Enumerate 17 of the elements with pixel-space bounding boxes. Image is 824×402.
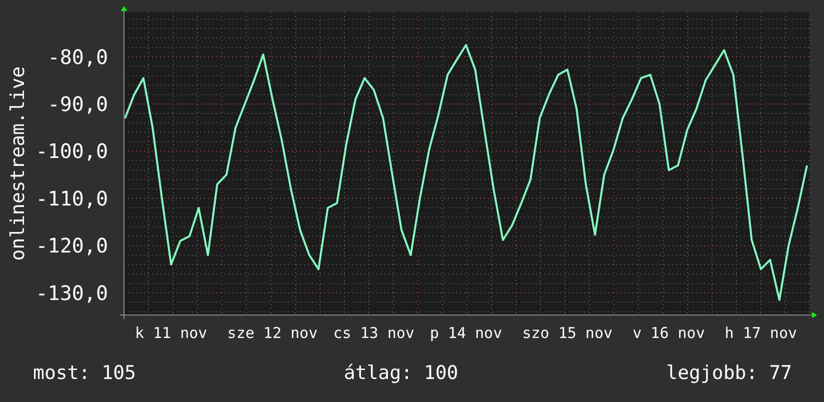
y-tick-label: -90,0: [48, 92, 108, 116]
y-tick-label: -100,0: [36, 139, 108, 164]
x-tick-label: p 14 nov: [430, 324, 502, 342]
summary-stat: most: 105: [33, 362, 136, 384]
x-tick-label: h 17 nov: [724, 324, 798, 342]
x-tick-label: v 16 nov: [632, 324, 705, 342]
y-tick-label: -130,0: [36, 280, 108, 305]
summary-stat: átlag: 100: [344, 362, 458, 384]
y-tick-label: -80,0: [48, 44, 108, 69]
x-tick-label: cs 13 nov: [333, 324, 414, 342]
y-axis-title: onlinestream.live: [7, 66, 29, 261]
y-tick-label: -120,0: [36, 234, 108, 258]
x-tick-label: k 11 nov: [134, 324, 208, 342]
x-tick-label: sze 12 nov: [227, 324, 318, 342]
summary-stat: legjobb: 77: [666, 362, 792, 384]
x-tick-label: szo 15 nov: [522, 324, 613, 342]
y-tick-label: -110,0: [36, 186, 108, 210]
